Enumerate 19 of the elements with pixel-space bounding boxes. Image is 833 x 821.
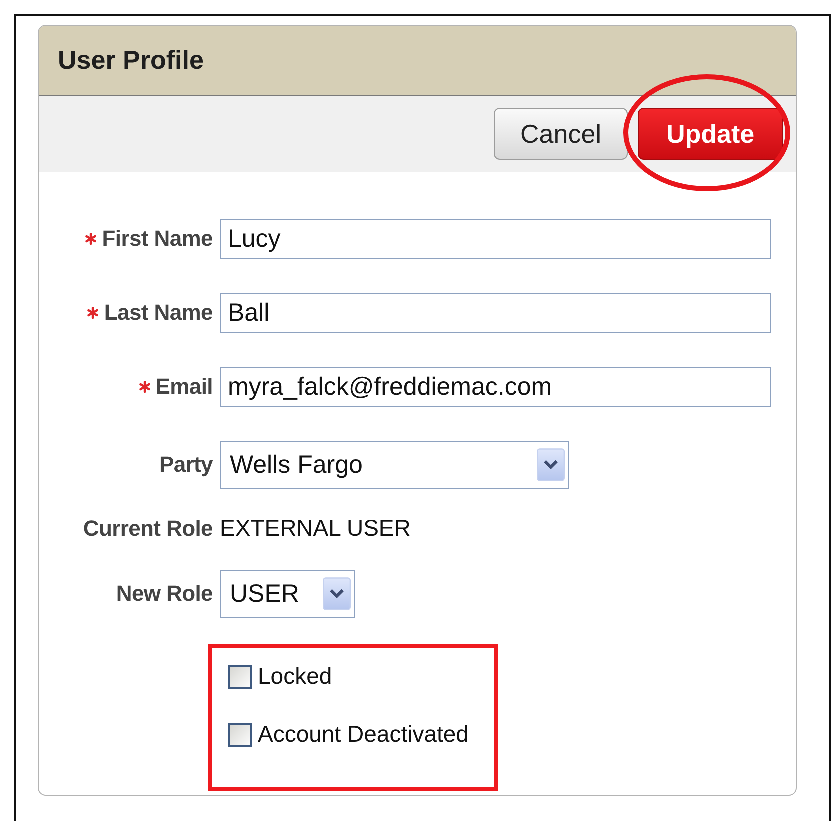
update-button[interactable]: Update [638, 108, 783, 160]
checkbox[interactable] [228, 664, 252, 688]
checkbox[interactable] [228, 722, 252, 746]
checkbox-label: Locked [258, 663, 332, 690]
field-label: New Role [116, 581, 213, 607]
panel-title: User Profile [58, 45, 204, 76]
field-label: Last Name [104, 300, 213, 326]
text-field[interactable]: Ball [220, 293, 771, 333]
field-label: Email [156, 374, 213, 400]
field-label: Party [159, 452, 213, 478]
dropdown[interactable]: Wells Fargo [220, 441, 569, 489]
text-field[interactable]: Lucy [220, 219, 771, 259]
cancel-button[interactable]: Cancel [494, 108, 628, 160]
text-field[interactable]: myra_falck@freddiemac.com [220, 367, 771, 407]
field-label: Current Role [83, 516, 213, 542]
field-value: EXTERNAL USER [220, 515, 412, 542]
field-label: First Name [102, 226, 213, 252]
dropdown[interactable]: USER [220, 570, 355, 618]
checkbox-label: Account Deactivated [258, 721, 469, 748]
